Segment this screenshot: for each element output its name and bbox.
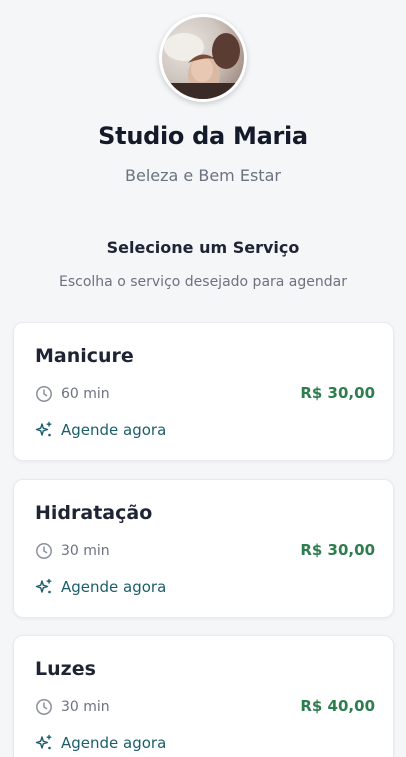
service-price: R$ 30,00 [300,384,375,402]
service-price: R$ 30,00 [300,541,375,559]
profile-photo [162,17,244,99]
shop-tagline: Beleza e Bem Estar [125,166,281,185]
service-duration: 60 min [35,384,110,404]
service-name: Manicure [35,345,134,367]
service-name: Hidratação [35,502,153,524]
service-duration: 30 min [35,541,110,561]
section-subtitle: Escolha o serviço desejado para agendar [59,274,347,290]
duration-label: 30 min [61,543,110,559]
service-name: Luzes [35,658,96,680]
book-now-label: Agende agora [61,421,167,439]
clock-icon [35,385,53,403]
service-card-manicure[interactable]: Manicure 60 min R$ 30,00 Agende agora [13,322,394,461]
book-now-label: Agende agora [61,578,167,596]
service-price: R$ 40,00 [300,697,375,715]
duration-label: 30 min [61,699,110,715]
sparkles-icon [35,421,53,439]
book-now-label: Agende agora [61,734,167,752]
service-duration: 30 min [35,697,110,717]
shop-name: Studio da Maria [98,122,308,150]
book-now-button[interactable]: Agende agora [35,420,166,440]
book-now-button[interactable]: Agende agora [35,577,166,597]
sparkles-icon [35,734,53,752]
sparkles-icon [35,578,53,596]
section-title: Selecione um Serviço [106,238,300,257]
avatar [159,14,247,102]
duration-label: 60 min [61,386,110,402]
service-card-luzes[interactable]: Luzes 30 min R$ 40,00 Agende agora [13,635,394,757]
book-now-button[interactable]: Agende agora [35,733,166,753]
service-card-hidratacao[interactable]: Hidratação 30 min R$ 30,00 Agende agora [13,479,394,618]
clock-icon [35,698,53,716]
clock-icon [35,542,53,560]
